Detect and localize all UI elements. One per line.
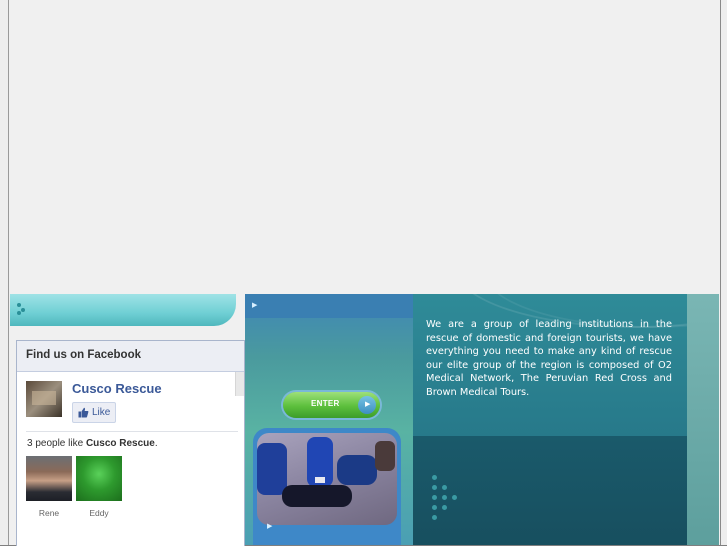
like-count-suffix: .	[154, 438, 158, 449]
fan-name[interactable]: Rene	[26, 508, 72, 518]
like-count-text: 3 people like Cusco Rescue.	[27, 438, 158, 449]
fan-avatar[interactable]	[26, 456, 72, 501]
lower-panel	[413, 436, 687, 545]
left-header-banner	[10, 294, 236, 326]
dots-icon	[17, 303, 29, 315]
fan-item[interactable]: Eddy	[76, 456, 122, 518]
center-panel: ▶ ENTER ▶ ▶	[245, 294, 413, 545]
intro-panel: We are a group of leading institutions i…	[413, 294, 687, 436]
like-count-page-name: Cusco Rescue	[85, 438, 155, 449]
arrow-right-icon: ▶	[358, 396, 376, 414]
facebook-page-name-link[interactable]: Cusco Rescue	[72, 381, 162, 396]
facebook-box-title: Find us on Facebook	[26, 349, 142, 361]
page-avatar[interactable]	[26, 381, 62, 417]
fan-avatar[interactable]	[76, 456, 122, 501]
facebook-like-box: Find us on Facebook Cusco Rescue Like 3 …	[16, 340, 245, 546]
facebook-box-scrollbar[interactable]	[235, 372, 244, 396]
thumbs-up-icon	[78, 407, 89, 418]
rescue-photo-frame: ▶	[253, 428, 401, 545]
facebook-box-header: Find us on Facebook	[17, 341, 244, 372]
enter-button[interactable]: ENTER ▶	[283, 392, 380, 418]
rescue-photo	[257, 433, 397, 525]
like-button[interactable]: Like	[72, 402, 116, 423]
right-panel: We are a group of leading institutions i…	[413, 294, 687, 545]
like-button-label: Like	[92, 407, 111, 418]
enter-button-label: ENTER	[311, 399, 340, 408]
like-count-prefix: 3 people like	[27, 438, 86, 449]
right-edge-strip	[687, 294, 719, 545]
window-right-border	[720, 0, 727, 545]
divider	[26, 431, 238, 432]
intro-text: We are a group of leading institutions i…	[426, 319, 672, 398]
arrow-right-icon: ▶	[267, 523, 273, 530]
fan-item[interactable]: Rene	[26, 456, 72, 518]
fan-name: Eddy	[89, 508, 109, 518]
center-top-bar	[245, 294, 413, 318]
arrow-right-icon: ▶	[252, 302, 258, 309]
